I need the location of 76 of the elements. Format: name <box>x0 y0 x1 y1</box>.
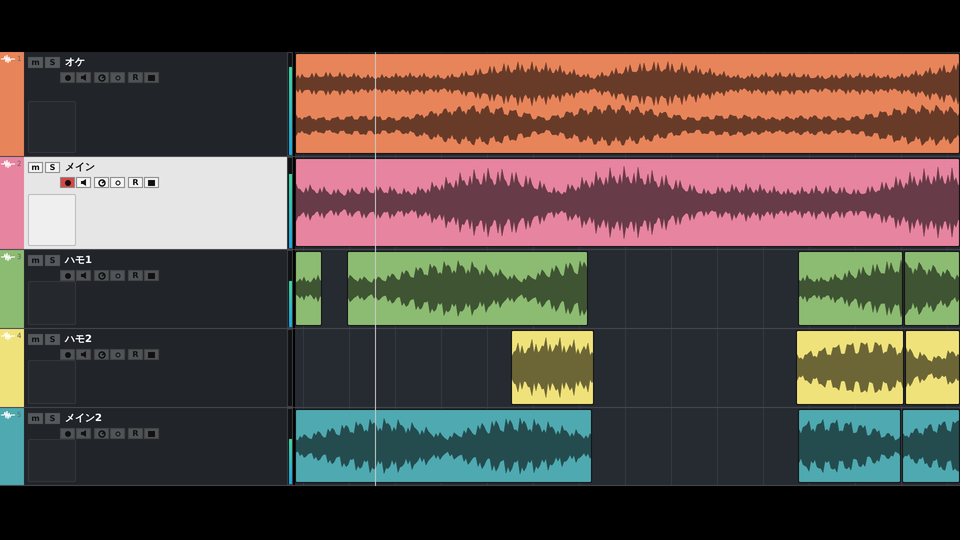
write-button[interactable] <box>144 177 159 188</box>
record-button[interactable] <box>60 72 75 83</box>
track-name: メイン2 <box>65 412 102 425</box>
audio-clip[interactable] <box>347 251 588 326</box>
record-icon <box>64 430 70 436</box>
audio-clip[interactable] <box>904 251 960 326</box>
square-icon <box>148 272 155 278</box>
automation-read-button[interactable]: R <box>128 428 143 439</box>
track-header[interactable]: m S メイン2 R <box>24 408 287 485</box>
solo-button[interactable]: S <box>45 412 60 424</box>
audio-clip[interactable] <box>295 158 960 247</box>
audio-clip[interactable] <box>902 409 960 483</box>
track-name: ハモ1 <box>65 254 92 267</box>
audio-clip[interactable] <box>511 330 594 405</box>
audio-clip[interactable] <box>796 330 904 405</box>
clock-icon <box>98 272 106 280</box>
solo-button[interactable]: S <box>45 254 60 266</box>
record-button[interactable] <box>60 349 75 360</box>
speaker-icon <box>81 74 86 81</box>
audio-clip[interactable] <box>798 409 901 483</box>
audio-clip[interactable] <box>295 409 592 483</box>
mute-button[interactable]: m <box>28 334 43 344</box>
square-icon <box>148 180 155 186</box>
speaker-icon <box>81 351 86 358</box>
waveform-icon <box>1 160 15 168</box>
ring-icon <box>114 74 120 80</box>
record-icon <box>64 272 70 278</box>
audio-clip[interactable] <box>295 53 960 154</box>
waveform-icon <box>1 411 15 419</box>
record-icon <box>64 74 70 80</box>
ring-icon <box>114 180 120 186</box>
clock-icon <box>98 74 106 82</box>
clock-icon <box>98 350 106 358</box>
audio-clip[interactable] <box>798 251 903 326</box>
automation-read-button[interactable]: R <box>128 72 143 83</box>
audio-clip[interactable] <box>295 251 322 326</box>
ring-icon <box>114 272 120 278</box>
speaker-icon <box>81 179 86 186</box>
automation-read-button[interactable]: R <box>128 270 143 281</box>
record-button[interactable] <box>60 428 75 439</box>
track-name: ハモ2 <box>65 333 92 346</box>
image-slot[interactable] <box>28 194 76 246</box>
square-icon <box>148 430 155 436</box>
square-icon <box>148 74 155 80</box>
solo-button[interactable]: S <box>45 56 60 68</box>
ring-icon <box>114 430 120 436</box>
automation-read-button[interactable]: R <box>128 177 143 188</box>
waveform-icon <box>1 253 15 261</box>
timebase-button[interactable] <box>94 177 109 188</box>
track-name: オケ <box>65 56 85 69</box>
solo-button[interactable]: S <box>45 334 60 344</box>
record-button[interactable] <box>60 177 75 188</box>
record-icon <box>64 352 70 358</box>
record-button[interactable] <box>60 270 75 281</box>
clock-icon <box>98 430 106 438</box>
mute-button[interactable]: m <box>28 162 43 172</box>
speaker-icon <box>81 272 86 279</box>
monitor-button[interactable] <box>76 177 91 188</box>
ring-icon <box>114 352 120 358</box>
record-icon <box>64 180 70 186</box>
mute-button[interactable]: m <box>28 254 43 266</box>
track-header[interactable]: m S オケ R <box>24 52 287 156</box>
audio-clip[interactable] <box>905 330 960 405</box>
square-icon <box>148 352 155 358</box>
waveform-icon <box>1 332 15 340</box>
waveform-icon <box>1 55 15 63</box>
mute-button[interactable]: m <box>28 412 43 424</box>
speaker-icon <box>81 430 86 437</box>
track-header[interactable]: m S ハモ2 R <box>24 329 287 407</box>
automation-read-button[interactable]: R <box>128 349 143 360</box>
mute-button[interactable]: m <box>28 56 43 68</box>
track-header[interactable]: m S メイン R <box>24 157 287 249</box>
solo-button[interactable]: S <box>45 162 60 172</box>
clock-icon <box>98 178 106 186</box>
track-name: メイン <box>65 161 95 174</box>
track-header[interactable]: m S ハモ1 R <box>24 250 287 328</box>
